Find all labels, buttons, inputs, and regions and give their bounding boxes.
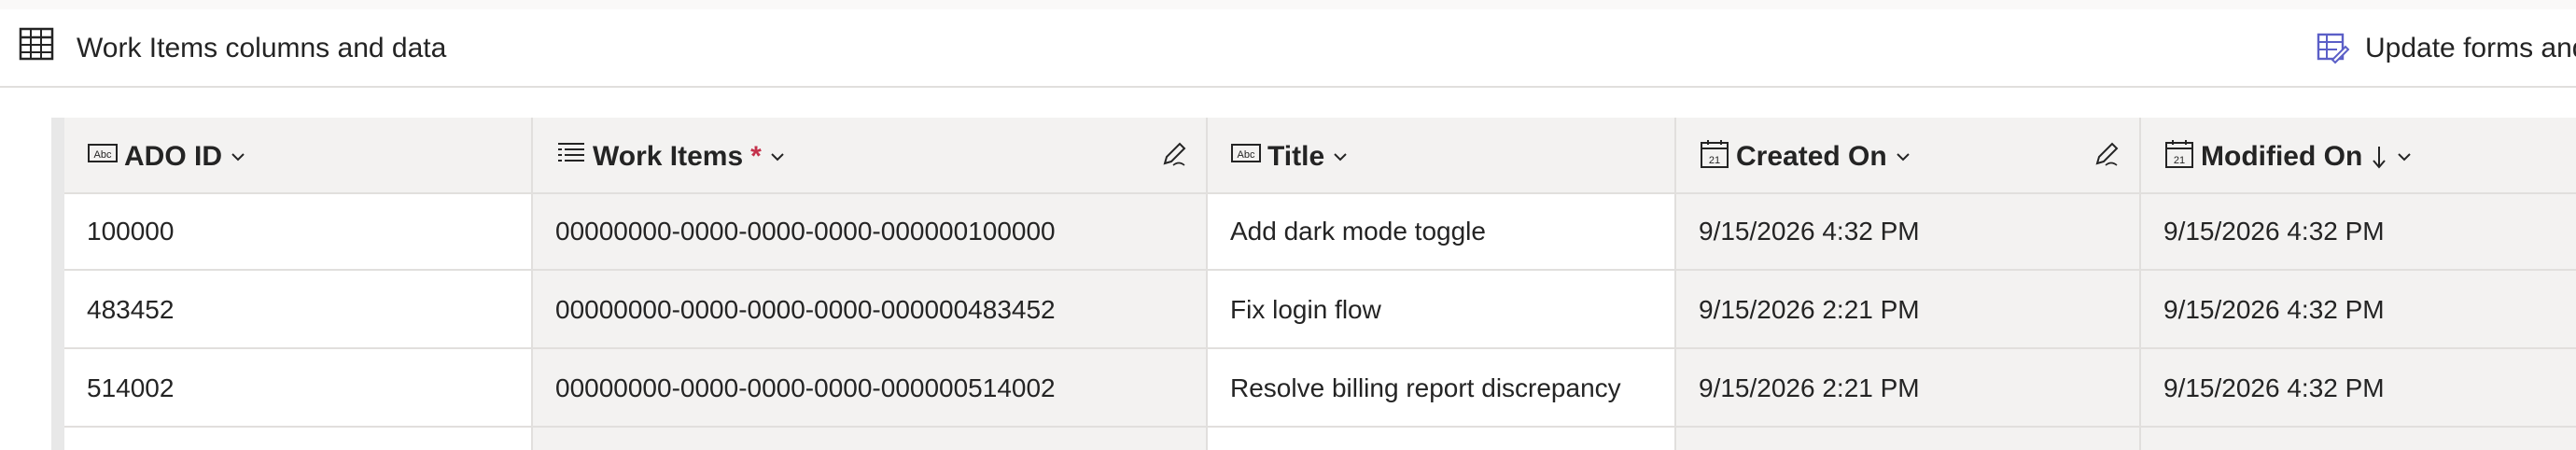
section-header: Work Items columns and data Update forms… — [0, 9, 2576, 88]
column-ado-id: Abc ADO ID 100000 483452 514002 — [64, 118, 531, 450]
data-grid: Abc ADO ID 100000 483452 514002 Work Ite… — [0, 88, 2576, 450]
cell-text: 9/15/2026 2:21 PM — [1699, 373, 1920, 402]
svg-text:Abc: Abc — [94, 149, 112, 161]
svg-text:21: 21 — [2174, 155, 2185, 166]
required-marker: * — [750, 141, 762, 172]
top-strip — [0, 0, 2576, 9]
cell-text: 100000 — [87, 217, 175, 246]
table-cell[interactable]: 00000000-0000-0000-0000-000000100000 — [533, 192, 1206, 271]
row-selector-gutter[interactable] — [51, 118, 64, 450]
cell-text: 00000000-0000-0000-0000-000000100000 — [555, 217, 1056, 246]
cell-text: 9/15/2026 4:32 PM — [2163, 217, 2385, 246]
sort-descending-icon[interactable] — [2370, 144, 2388, 170]
update-forms-label: Update forms and — [2365, 33, 2576, 63]
text-field-icon: Abc — [88, 144, 118, 162]
chevron-down-icon[interactable] — [1332, 148, 1349, 165]
table-cell[interactable]: 9/15/2026 4:32 PM — [2141, 349, 2576, 428]
cell-text: 9/15/2026 4:32 PM — [2163, 373, 2385, 402]
cell-text: 00000000-0000-0000-0000-000000483452 — [555, 295, 1056, 324]
update-forms-button[interactable]: Update forms and — [2317, 27, 2576, 70]
column-header-ado-id[interactable]: Abc ADO ID — [64, 118, 531, 194]
table-cell[interactable]: 9/15/2026 4:32 PM — [2141, 192, 2576, 271]
table-cell[interactable]: 9/15/2026 2:21 PM — [1676, 271, 2139, 349]
cell-text: Fix login flow — [1230, 295, 1381, 324]
column-header-created-on[interactable]: 21 Created On — [1676, 118, 2139, 194]
section-title: Work Items columns and data — [77, 33, 447, 63]
cell-text: 514002 — [87, 373, 175, 402]
list-icon — [558, 143, 584, 162]
table-icon — [19, 27, 54, 61]
cell-text: 9/15/2026 2:21 PM — [1699, 295, 1920, 324]
column-header-work-items[interactable]: Work Items * — [533, 118, 1206, 194]
table-cell[interactable]: Fix login flow — [1208, 271, 1674, 349]
chevron-down-icon[interactable] — [2396, 148, 2413, 165]
cell-text: 9/15/2026 4:32 PM — [2163, 295, 2385, 324]
table-cell[interactable]: 9/15/2026 4:32 PM — [2141, 271, 2576, 349]
cell-text: 483452 — [87, 295, 175, 324]
cell-text: 9/15/2026 4:32 PM — [1699, 217, 1920, 246]
edit-pencil-icon[interactable] — [1160, 140, 1188, 168]
chevron-down-icon[interactable] — [769, 148, 786, 165]
column-header-label: ADO ID — [124, 141, 222, 172]
table-cell[interactable]: 9/15/2026 4:32 PM — [1676, 192, 2139, 271]
calendar-icon: 21 — [2165, 140, 2193, 168]
cell-text: 00000000-0000-0000-0000-000000514002 — [555, 373, 1056, 402]
table-cell[interactable]: Resolve billing report discrepancy — [1208, 349, 1674, 428]
column-header-label: Modified On — [2201, 141, 2363, 172]
column-work-items: Work Items * 00000000-0000-0000-0000-000… — [533, 118, 1206, 450]
table-cell[interactable]: 100000 — [64, 192, 531, 271]
column-modified-on: 21 Modified On 9/15/2026 4:32 PM 9/15/20… — [2141, 118, 2576, 450]
table-cell[interactable]: 00000000-0000-0000-0000-000000483452 — [533, 271, 1206, 349]
column-header-title[interactable]: Abc Title — [1208, 118, 1674, 194]
table-cell[interactable]: 9/15/2026 2:21 PM — [1676, 349, 2139, 428]
column-created-on: 21 Created On 9/15/2026 4:32 PM 9/15/202… — [1676, 118, 2139, 450]
table-cell[interactable]: 514002 — [64, 349, 531, 428]
table-cell[interactable]: 483452 — [64, 271, 531, 349]
table-cell[interactable]: 00000000-0000-0000-0000-000000514002 — [533, 349, 1206, 428]
column-title: Abc Title Add dark mode toggle Fix login… — [1208, 118, 1674, 450]
table-cell[interactable]: Add dark mode toggle — [1208, 192, 1674, 271]
cell-text: Add dark mode toggle — [1230, 217, 1486, 246]
column-header-label: Title — [1267, 141, 1325, 172]
text-field-icon: Abc — [1231, 144, 1261, 162]
cell-text: Resolve billing report discrepancy — [1230, 373, 1621, 402]
calendar-icon: 21 — [1701, 140, 1729, 168]
svg-text:Abc: Abc — [1238, 149, 1255, 161]
svg-text:21: 21 — [1709, 155, 1720, 166]
edit-pencil-icon[interactable] — [2093, 140, 2121, 168]
column-header-label: Created On — [1736, 141, 1887, 172]
column-header-label: Work Items — [593, 141, 744, 172]
chevron-down-icon[interactable] — [230, 148, 246, 165]
form-edit-icon — [2317, 33, 2350, 64]
chevron-down-icon[interactable] — [1895, 148, 1911, 165]
column-header-modified-on[interactable]: 21 Modified On — [2141, 118, 2576, 194]
